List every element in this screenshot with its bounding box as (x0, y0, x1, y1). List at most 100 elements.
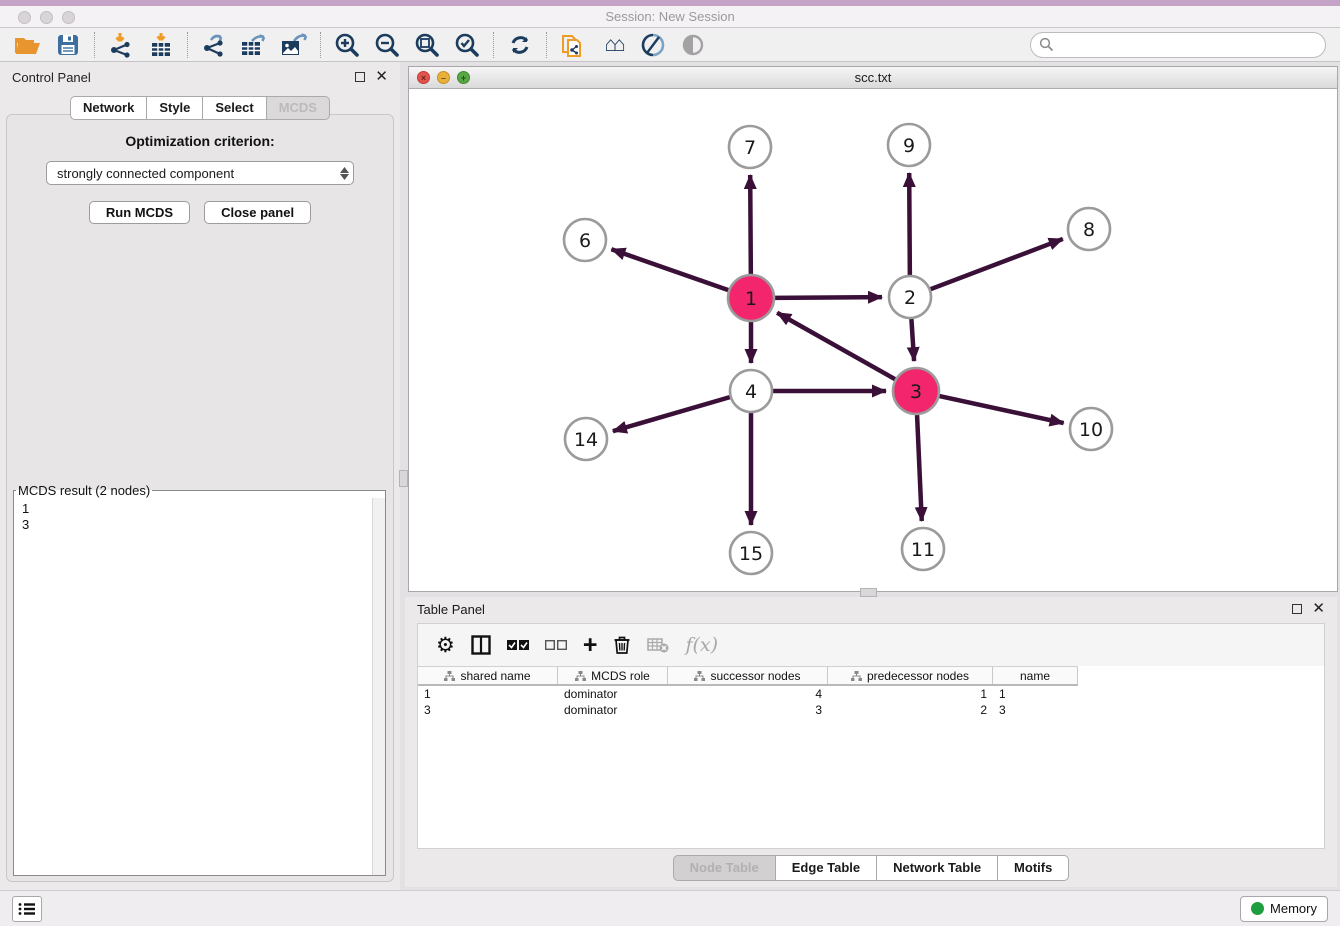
tab-node-table[interactable]: Node Table (673, 855, 775, 881)
painter-button[interactable] (633, 29, 673, 61)
column-header-shared-name[interactable]: shared name (418, 667, 558, 684)
graph-node-3[interactable]: 3 (893, 368, 939, 414)
graph-edge-2-3[interactable] (911, 319, 914, 361)
run-mcds-button[interactable]: Run MCDS (89, 201, 190, 224)
node-label: 11 (911, 539, 935, 561)
memory-button[interactable]: Memory (1240, 896, 1328, 922)
zoom-in-button[interactable] (327, 29, 367, 61)
refresh-button[interactable] (500, 29, 540, 61)
tab-select[interactable]: Select (202, 96, 265, 120)
criterion-dropdown[interactable]: strongly connected component (46, 161, 354, 185)
graph-node-14[interactable]: 14 (565, 418, 607, 460)
graph-edge-1-6[interactable] (611, 249, 728, 290)
float-table-panel-icon[interactable] (1292, 604, 1302, 614)
network-close-button[interactable]: × (417, 71, 430, 84)
search-input[interactable] (1058, 35, 1325, 55)
horizontal-splitter-handle[interactable] (399, 470, 408, 487)
network-maximize-button[interactable]: + (457, 71, 470, 84)
table-header-row: shared name MCDS rolesuccessor nodes prede… (418, 666, 1078, 686)
show-columns-icon[interactable] (471, 630, 491, 660)
list-icon (18, 902, 36, 916)
control-panel: Control Panel ✕ NetworkStyleSelectMCDS O… (0, 62, 400, 890)
node-table: shared name MCDS rolesuccessor nodes prede… (418, 666, 1324, 848)
select-all-icon[interactable] (507, 630, 529, 660)
network-window-titlebar[interactable]: × – + scc.txt (409, 67, 1337, 89)
graph-node-9[interactable]: 9 (888, 124, 930, 166)
import-network-icon (108, 32, 134, 58)
result-line: 3 (22, 517, 385, 533)
clone-network-button[interactable] (553, 29, 593, 61)
table-row[interactable]: 3dominator323 (418, 702, 1324, 718)
table-row[interactable]: 1dominator411 (418, 686, 1324, 702)
float-panel-icon[interactable] (355, 72, 365, 82)
open-session-button[interactable] (8, 29, 48, 61)
export-table-button[interactable] (234, 29, 274, 61)
graph-node-4[interactable]: 4 (730, 370, 772, 412)
graph-edge-3-11[interactable] (917, 415, 922, 521)
mcds-result-box: MCDS result (2 nodes) 13 (13, 483, 386, 876)
node-label: 3 (910, 381, 922, 403)
zoom-out-button[interactable] (367, 29, 407, 61)
table-cell: 1 (418, 686, 558, 702)
graph-edge-1-2[interactable] (775, 297, 882, 298)
column-header-successor-nodes[interactable]: successor nodes (668, 667, 828, 684)
column-header-label: shared name (460, 669, 530, 683)
graph-node-2[interactable]: 2 (889, 276, 931, 318)
graph-node-6[interactable]: 6 (564, 219, 606, 261)
close-table-panel-icon[interactable]: ✕ (1312, 604, 1325, 614)
graph-edge-1-7[interactable] (750, 175, 751, 274)
tab-mcds[interactable]: MCDS (266, 96, 330, 120)
tab-motifs[interactable]: Motifs (997, 855, 1069, 881)
delete-column-trash-icon[interactable] (613, 630, 631, 660)
main-title-bar: Session: New Session (0, 0, 1340, 28)
graph-node-1[interactable]: 1 (728, 275, 774, 321)
tab-network[interactable]: Network (70, 96, 146, 120)
network-canvas[interactable]: 1 2 3 4 6 7 8 9 10 11 14 15 (409, 89, 1337, 591)
column-header-name[interactable]: name (993, 667, 1078, 684)
tab-style[interactable]: Style (146, 96, 202, 120)
graph-node-7[interactable]: 7 (729, 126, 771, 168)
graph-edge-2-9[interactable] (909, 173, 910, 275)
mcds-home-button[interactable]: ⌂⌂ (593, 29, 633, 61)
control-panel-tabs: NetworkStyleSelectMCDS (0, 96, 400, 120)
add-column-icon[interactable]: + (583, 630, 598, 660)
status-bar: Memory (0, 890, 1340, 926)
node-label: 7 (744, 137, 756, 159)
graph-edge-3-10[interactable] (939, 396, 1063, 423)
save-session-button[interactable] (48, 29, 88, 61)
export-image-button[interactable] (274, 29, 314, 61)
graph-edge-2-8[interactable] (931, 239, 1063, 289)
deselect-all-icon[interactable] (545, 630, 567, 660)
main-toolbar: ⌂⌂ (0, 28, 1340, 62)
table-cell: 3 (993, 702, 1078, 718)
zoom-selected-button[interactable] (447, 29, 487, 61)
vertical-splitter-handle[interactable] (860, 588, 877, 597)
zoom-fit-button[interactable] (407, 29, 447, 61)
graph-edge-4-14[interactable] (613, 397, 730, 431)
import-table-button[interactable] (141, 29, 181, 61)
search-box[interactable] (1030, 32, 1326, 58)
graph-node-10[interactable]: 10 (1070, 408, 1112, 450)
close-panel-button[interactable]: Close panel (204, 201, 311, 224)
column-header-MCDS-role[interactable]: MCDS role (558, 667, 668, 684)
task-history-button[interactable] (12, 896, 42, 922)
column-header-predecessor-nodes[interactable]: predecessor nodes (828, 667, 993, 684)
graph-edge-3-1[interactable] (777, 313, 895, 379)
column-header-label: predecessor nodes (867, 669, 969, 683)
close-panel-icon[interactable]: ✕ (375, 72, 388, 82)
graph-node-8[interactable]: 8 (1068, 208, 1110, 250)
graph-node-11[interactable]: 11 (902, 528, 944, 570)
export-network-button[interactable] (194, 29, 234, 61)
tab-network-table[interactable]: Network Table (876, 855, 997, 881)
import-network-button[interactable] (101, 29, 141, 61)
show-hide-button[interactable] (673, 29, 713, 61)
tab-edge-table[interactable]: Edge Table (775, 855, 876, 881)
table-settings-gear-icon[interactable]: ⚙ (436, 630, 455, 660)
control-panel-title: Control Panel (12, 70, 91, 85)
table-cell: 4 (668, 686, 828, 702)
node-label: 15 (739, 543, 763, 565)
result-scrollbar[interactable] (372, 498, 385, 875)
network-minimize-button[interactable]: – (437, 71, 450, 84)
graph-node-15[interactable]: 15 (730, 532, 772, 574)
column-type-icon (851, 671, 862, 681)
